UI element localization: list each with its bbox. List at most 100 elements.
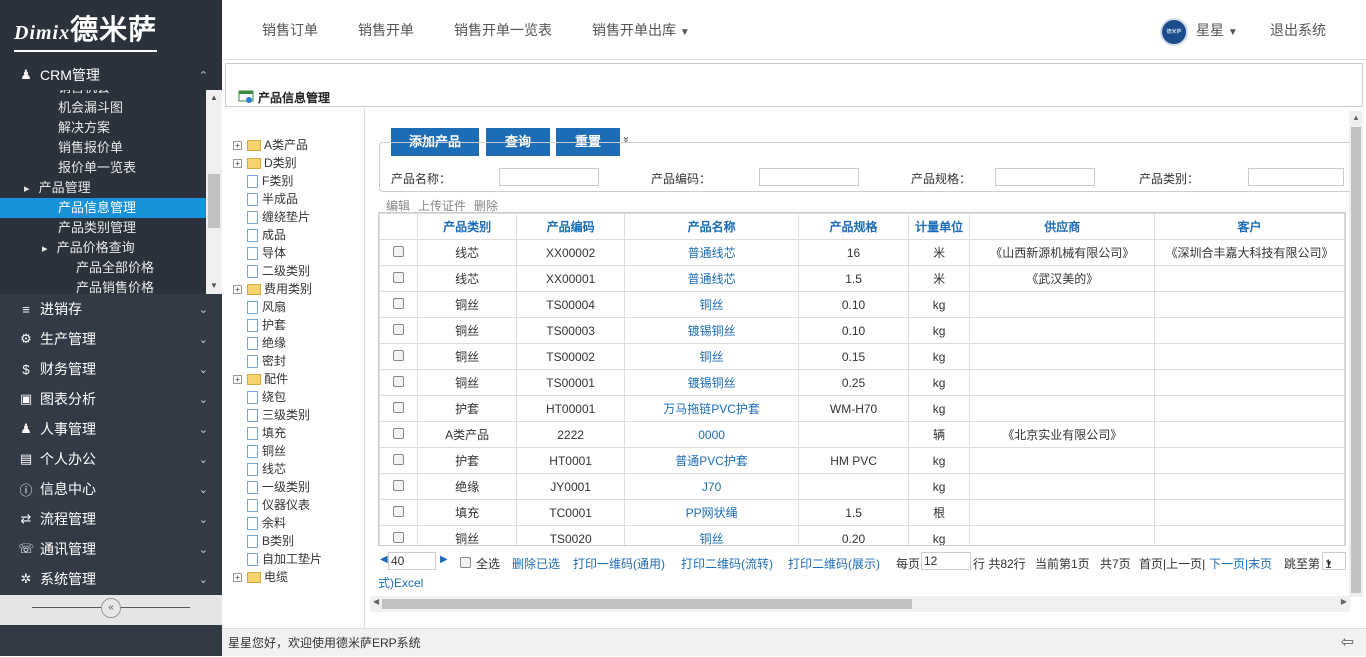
back-arrow-icon[interactable]: ⇦ xyxy=(1341,629,1354,657)
product-spec-input[interactable] xyxy=(995,168,1095,186)
expand-plus-icon[interactable]: + xyxy=(233,375,242,384)
table-cell[interactable]: 普通线芯 xyxy=(624,266,798,292)
tree-node[interactable]: 余料 xyxy=(247,514,286,532)
table-cell[interactable]: 铜丝 xyxy=(624,344,798,370)
column-header[interactable] xyxy=(380,214,418,240)
column-header[interactable]: 产品名称 xyxy=(624,214,798,240)
tree-node[interactable]: +配件 xyxy=(233,370,288,388)
menu-group[interactable]: ≡进销存⌄ xyxy=(0,294,222,324)
delete-selected-link[interactable]: 删除已选 xyxy=(512,555,560,572)
tree-node[interactable]: 线芯 xyxy=(247,460,286,478)
row-checkbox[interactable] xyxy=(380,448,418,474)
print-qr-flow-link[interactable]: 打印二维码(流转) xyxy=(681,555,773,572)
row-checkbox[interactable] xyxy=(380,266,418,292)
table-row[interactable]: 护套HT00001万马拖链PVC护套WM-H70kg xyxy=(380,396,1345,422)
tree-node[interactable]: 三级类别 xyxy=(247,406,310,424)
menu-group[interactable]: ⓘ信息中心⌄ xyxy=(0,474,222,504)
submenu-item[interactable]: ▸ 产品管理 xyxy=(0,178,206,198)
scroll-right-arrow-icon[interactable]: ▶ xyxy=(1341,597,1347,606)
print-barcode-link[interactable]: 打印一维码(通用) xyxy=(573,555,665,572)
export-excel-link[interactable]: 式)Excel xyxy=(378,574,423,591)
horizontal-scrollbar[interactable]: ◀ ▶ xyxy=(370,596,1350,612)
tree-node[interactable]: 导体 xyxy=(247,244,286,262)
horizontal-scroll-thumb[interactable] xyxy=(382,599,912,609)
submenu-item[interactable]: 销售报价单 xyxy=(0,138,206,158)
expand-plus-icon[interactable]: + xyxy=(233,141,242,150)
next-last-links[interactable]: 下一页|末页 xyxy=(1209,555,1272,572)
column-header[interactable]: 产品编码 xyxy=(517,214,625,240)
table-cell[interactable]: 镀锡铜丝 xyxy=(624,370,798,396)
column-header[interactable]: 产品类别 xyxy=(417,214,517,240)
tree-node[interactable]: 绕包 xyxy=(247,388,286,406)
avatar[interactable]: 德米萨 xyxy=(1160,18,1188,46)
submenu-item[interactable]: 产品信息管理 xyxy=(0,198,206,218)
goto-page-select[interactable]: 1 ▼ xyxy=(1322,552,1346,570)
tree-node[interactable]: 护套 xyxy=(247,316,286,334)
tree-node[interactable]: +电缆 xyxy=(233,568,288,586)
table-row[interactable]: 铜丝TS00002铜丝0.15kg xyxy=(380,344,1345,370)
table-row[interactable]: 绝缘JY0001J70kg xyxy=(380,474,1345,500)
column-header[interactable]: 供应商 xyxy=(970,214,1155,240)
table-row[interactable]: 填充TC0001PP网状绳1.5根 xyxy=(380,500,1345,526)
tree-node[interactable]: +D类别 xyxy=(233,154,297,172)
user-menu[interactable]: 星星 ▼ xyxy=(1196,0,1238,60)
table-cell[interactable]: 万马拖链PVC护套 xyxy=(624,396,798,422)
per-page-input[interactable]: 12 xyxy=(921,552,971,570)
product-code-input[interactable] xyxy=(759,168,859,186)
print-qr-display-link[interactable]: 打印二维码(展示) xyxy=(788,555,880,572)
row-checkbox[interactable] xyxy=(380,526,418,547)
table-cell[interactable]: J70 xyxy=(624,474,798,500)
submenu-item[interactable]: 机会漏斗图 xyxy=(0,98,206,118)
table-row[interactable]: A类产品22220000辆《北京实业有限公司》 xyxy=(380,422,1345,448)
nav-sales-invoice-outbound[interactable]: 销售开单出库 ▼ xyxy=(592,0,690,60)
tree-node[interactable]: 绝缘 xyxy=(247,334,286,352)
menu-group[interactable]: ⚙生产管理⌄ xyxy=(0,324,222,354)
tree-node[interactable]: F类别 xyxy=(247,172,293,190)
menu-group[interactable]: ✲系统管理⌄ xyxy=(0,564,222,594)
product-category-select[interactable] xyxy=(1248,168,1344,186)
table-cell[interactable]: 0000 xyxy=(624,422,798,448)
submenu-item[interactable]: 销售机会 xyxy=(0,90,206,98)
table-row[interactable]: 铜丝TS00003镀锡铜丝0.10kg xyxy=(380,318,1345,344)
tree-node[interactable]: 密封 xyxy=(247,352,286,370)
tree-node[interactable]: +费用类别 xyxy=(233,280,312,298)
submenu-item[interactable]: 产品销售价格 xyxy=(0,278,206,294)
expand-plus-icon[interactable]: + xyxy=(233,159,242,168)
expand-plus-icon[interactable]: + xyxy=(233,285,242,294)
row-checkbox[interactable] xyxy=(380,240,418,266)
first-prev-links[interactable]: 首页|上一页| xyxy=(1139,555,1205,572)
column-header[interactable]: 产品规格 xyxy=(799,214,909,240)
submenu-item[interactable]: 解决方案 xyxy=(0,118,206,138)
menu-crm[interactable]: ♟ CRM管理 ⌃ xyxy=(0,60,222,90)
tree-node[interactable]: 填充 xyxy=(247,424,286,442)
menu-group[interactable]: ⇄流程管理⌄ xyxy=(0,504,222,534)
tree-node[interactable]: 仪器仪表 xyxy=(247,496,310,514)
table-cell[interactable]: 铜丝 xyxy=(624,292,798,318)
tree-node[interactable]: +A类产品 xyxy=(233,136,308,154)
table-cell[interactable]: 普通线芯 xyxy=(624,240,798,266)
menu-group[interactable]: ▣图表分析⌄ xyxy=(0,384,222,414)
scroll-up-icon[interactable]: ▲ xyxy=(1352,113,1360,122)
tree-node[interactable]: 二级类别 xyxy=(247,262,310,280)
table-row[interactable]: 线芯XX00002普通线芯16米《山西新源机械有限公司》《深圳合丰嘉大科技有限公… xyxy=(380,240,1345,266)
vertical-scroll-thumb[interactable] xyxy=(1351,127,1361,593)
table-cell[interactable]: PP网状绳 xyxy=(624,500,798,526)
tree-node[interactable]: 半成品 xyxy=(247,190,298,208)
row-checkbox[interactable] xyxy=(380,370,418,396)
tree-node[interactable]: 成品 xyxy=(247,226,286,244)
table-cell[interactable]: 普通PVC护套 xyxy=(624,448,798,474)
tree-node[interactable]: 风扇 xyxy=(247,298,286,316)
prev-arrow-icon[interactable]: ◀ xyxy=(380,554,388,565)
tree-node[interactable]: 自加工垫片 xyxy=(247,550,322,568)
logout-link[interactable]: 退出系统 xyxy=(1270,0,1326,60)
tree-node[interactable]: 铜丝 xyxy=(247,442,286,460)
next-arrow-icon[interactable]: ▶ xyxy=(440,554,448,565)
row-checkbox[interactable] xyxy=(380,396,418,422)
menu-group[interactable]: ♟人事管理⌄ xyxy=(0,414,222,444)
submenu-item[interactable]: ▸ 产品价格查询 xyxy=(0,238,206,258)
scroll-thumb[interactable] xyxy=(208,174,220,228)
scroll-down-arrow-icon[interactable]: ▼ xyxy=(206,278,222,294)
product-name-input[interactable] xyxy=(499,168,599,186)
tree-node[interactable]: B类别 xyxy=(247,532,294,550)
table-row[interactable]: 铜丝TS0020铜丝0.20kg xyxy=(380,526,1345,547)
